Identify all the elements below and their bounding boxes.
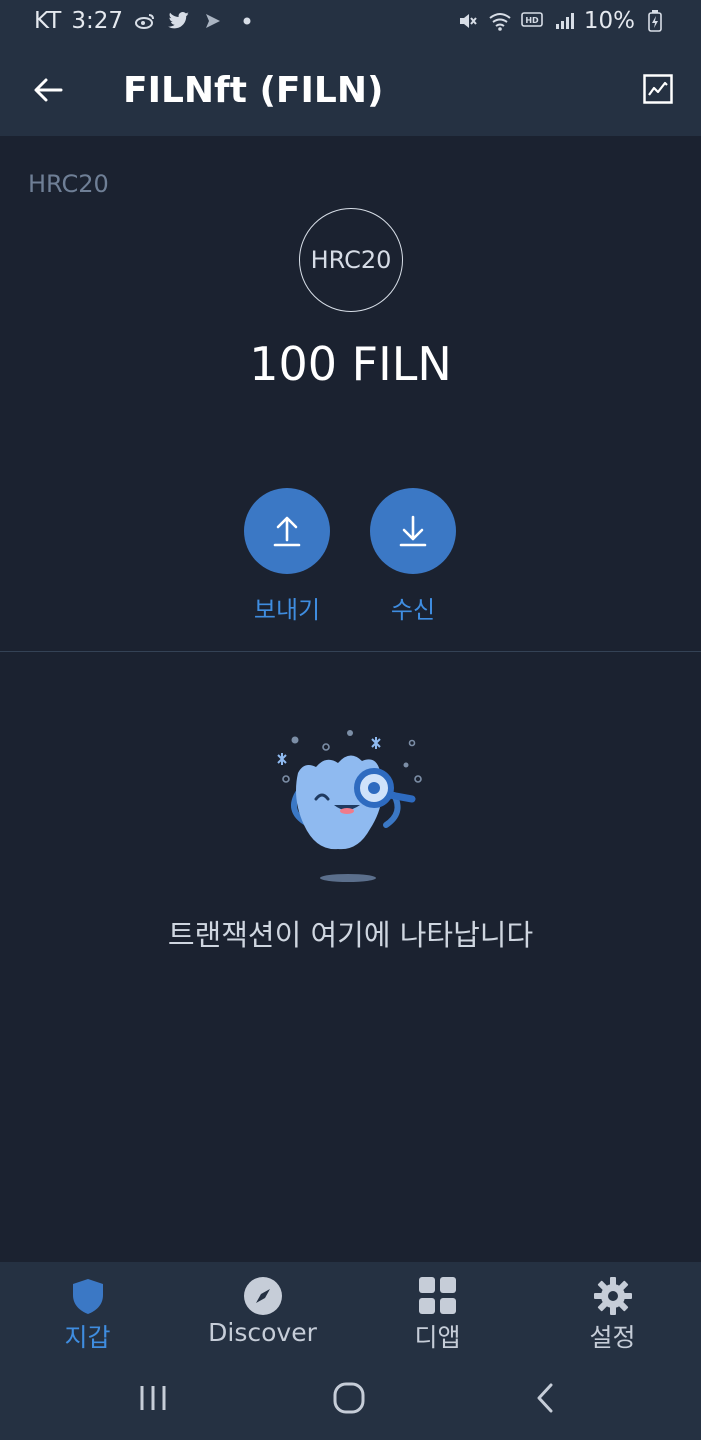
receive-circle[interactable] [370,488,456,574]
nav-label-dapps: 디앱 [414,1323,461,1352]
token-balance: 100 FILN [249,337,452,391]
grid-icon [418,1276,458,1316]
signal-icon [552,9,576,33]
recent-apps-button[interactable] [133,1378,173,1418]
divider [0,651,701,652]
system-back-button[interactable] [525,1378,565,1418]
token-logo-text: HRC20 [310,246,392,274]
send-button[interactable]: 보내기 [244,488,330,625]
battery-icon [643,9,667,33]
nav-label-settings: 설정 [589,1323,636,1352]
nav-item-discover[interactable]: Discover [175,1276,350,1347]
nav-label-discover: Discover [208,1318,317,1347]
token-standard-label: HRC20 [28,170,109,198]
gear-icon [593,1276,633,1316]
nav-item-settings[interactable]: 설정 [525,1276,700,1354]
token-logo: HRC20 [299,208,403,312]
dot-icon [235,9,259,33]
send-label: 보내기 [253,596,321,624]
upload-arrow-icon [273,516,301,547]
home-icon [333,1382,365,1414]
nav-label-wallet: 지갑 [64,1323,111,1352]
download-arrow-icon [399,515,427,547]
svg-text:HD: HD [525,16,539,25]
carrier-label: KT [34,8,62,34]
send-icon [201,9,225,33]
system-nav-bar [0,1356,701,1440]
status-right: HD 10% [456,8,667,34]
nav-item-wallet[interactable]: 지갑 [0,1276,175,1354]
compass-icon [243,1276,283,1316]
wifi-icon [488,9,512,33]
chart-icon [643,74,673,104]
empty-state-illustration [268,725,434,885]
battery-percent: 10% [583,8,635,34]
mute-icon [456,9,480,33]
empty-state-message: 트랜잭션이 여기에 나타납니다 [167,918,534,952]
receive-label: 수신 [390,596,436,624]
clock: 3:27 [71,8,124,34]
hd-icon: HD [520,9,544,33]
bottom-nav: 지갑 Discover 디앱 설정 [0,1262,701,1356]
chevron-left-icon [537,1383,553,1413]
status-left: KT 3:27 [34,8,259,34]
page-title: FILNft (FILN) [123,70,384,111]
recent-apps-icon [140,1386,166,1410]
arrow-left-icon [34,78,63,102]
back-button[interactable] [28,70,68,110]
home-button[interactable] [329,1378,369,1418]
weibo-icon [133,9,157,33]
send-circle[interactable] [244,488,330,574]
receive-button[interactable]: 수신 [370,488,456,625]
shield-icon [71,1276,105,1316]
status-bar: KT 3:27 HD 10% [0,0,701,44]
twitter-icon [167,9,191,33]
app-bar: FILNft (FILN) [0,44,701,136]
chart-button[interactable] [641,72,675,106]
nav-item-dapps[interactable]: 디앱 [350,1276,525,1354]
